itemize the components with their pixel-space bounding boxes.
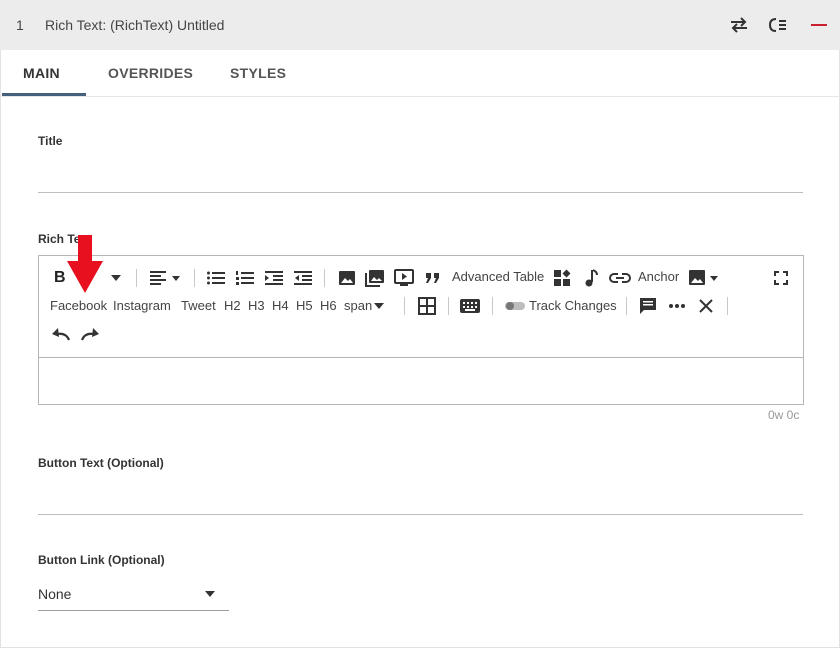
audio-icon[interactable] <box>580 268 602 288</box>
table-grid-icon[interactable] <box>416 296 438 316</box>
instagram-embed-button[interactable]: Instagram <box>113 298 171 313</box>
title-input[interactable] <box>38 192 803 193</box>
rich-text-content-area[interactable] <box>39 358 803 404</box>
bold-button[interactable]: B <box>54 269 66 287</box>
component-title: Rich Text: (RichText) Untitled <box>45 17 225 33</box>
image-options-dropdown-icon[interactable] <box>687 268 723 288</box>
toolbar-divider <box>194 269 195 287</box>
toolbar-divider <box>136 269 137 287</box>
span-dropdown[interactable]: span <box>344 298 372 313</box>
toolbar-divider <box>727 297 728 315</box>
tab-bar: MAIN OVERRIDES STYLES <box>0 50 840 97</box>
heading-h5-button[interactable]: H5 <box>296 298 313 313</box>
format-dropdown-caret-icon[interactable] <box>110 274 122 282</box>
button-text-input[interactable] <box>38 514 803 515</box>
span-dropdown-caret-icon[interactable] <box>373 302 385 310</box>
align-dropdown-icon[interactable] <box>147 268 183 288</box>
button-link-select[interactable]: None <box>38 586 71 602</box>
indent-icon[interactable] <box>263 268 285 288</box>
tab-overrides[interactable]: OVERRIDES <box>108 65 193 81</box>
numbered-list-icon[interactable] <box>234 268 256 288</box>
heading-h4-button[interactable]: H4 <box>272 298 289 313</box>
button-link-select-underline <box>38 610 229 611</box>
toolbar-divider <box>404 297 405 315</box>
select-caret-icon[interactable] <box>203 590 217 598</box>
anchor-button[interactable]: Anchor <box>638 269 679 284</box>
undo-icon[interactable] <box>50 324 72 344</box>
widgets-icon[interactable] <box>551 268 573 288</box>
toolbar-divider <box>448 297 449 315</box>
outdent-icon[interactable] <box>292 268 314 288</box>
advanced-table-button[interactable]: Advanced Table <box>452 269 544 284</box>
component-header: 1 Rich Text: (RichText) Untitled <box>0 0 840 50</box>
heading-h2-button[interactable]: H2 <box>224 298 241 313</box>
word-char-counter: 0w 0c <box>768 408 800 422</box>
heading-h6-button[interactable]: H6 <box>320 298 337 313</box>
keyboard-icon[interactable] <box>459 296 481 316</box>
swap-icon[interactable] <box>728 14 750 36</box>
red-arrow-icon <box>67 235 103 298</box>
button-link-label: Button Link (Optional) <box>38 553 165 567</box>
more-options-icon[interactable] <box>666 296 688 316</box>
button-text-label: Button Text (Optional) <box>38 456 164 470</box>
tweet-embed-button[interactable]: Tweet <box>181 298 216 313</box>
comment-icon[interactable] <box>637 296 659 316</box>
video-icon[interactable] <box>393 268 415 288</box>
blockquote-icon[interactable] <box>422 268 444 288</box>
toolbar-divider <box>324 269 325 287</box>
gallery-icon[interactable] <box>364 268 386 288</box>
bullet-list-icon[interactable] <box>205 268 227 288</box>
fullscreen-icon[interactable] <box>770 268 792 288</box>
collapse-list-icon[interactable] <box>767 14 789 36</box>
heading-h3-button[interactable]: H3 <box>248 298 265 313</box>
image-icon[interactable] <box>336 268 358 288</box>
tab-main[interactable]: MAIN <box>23 65 60 81</box>
facebook-embed-button[interactable]: Facebook <box>50 298 107 313</box>
toggle-icon[interactable] <box>504 298 526 314</box>
toolbar-divider <box>626 297 627 315</box>
active-tab-indicator <box>2 93 86 96</box>
tab-styles[interactable]: STYLES <box>230 65 286 81</box>
component-index: 1 <box>16 17 24 33</box>
redo-icon[interactable] <box>79 324 101 344</box>
toolbar-divider <box>492 297 493 315</box>
link-icon[interactable] <box>608 268 632 288</box>
clear-format-icon[interactable] <box>695 296 717 316</box>
remove-icon[interactable] <box>808 14 830 36</box>
rich-text-editor: B Advanced Table Anchor Facebook Instagr… <box>38 255 804 405</box>
title-label: Title <box>38 134 63 148</box>
track-changes-toggle[interactable]: Track Changes <box>529 298 617 313</box>
